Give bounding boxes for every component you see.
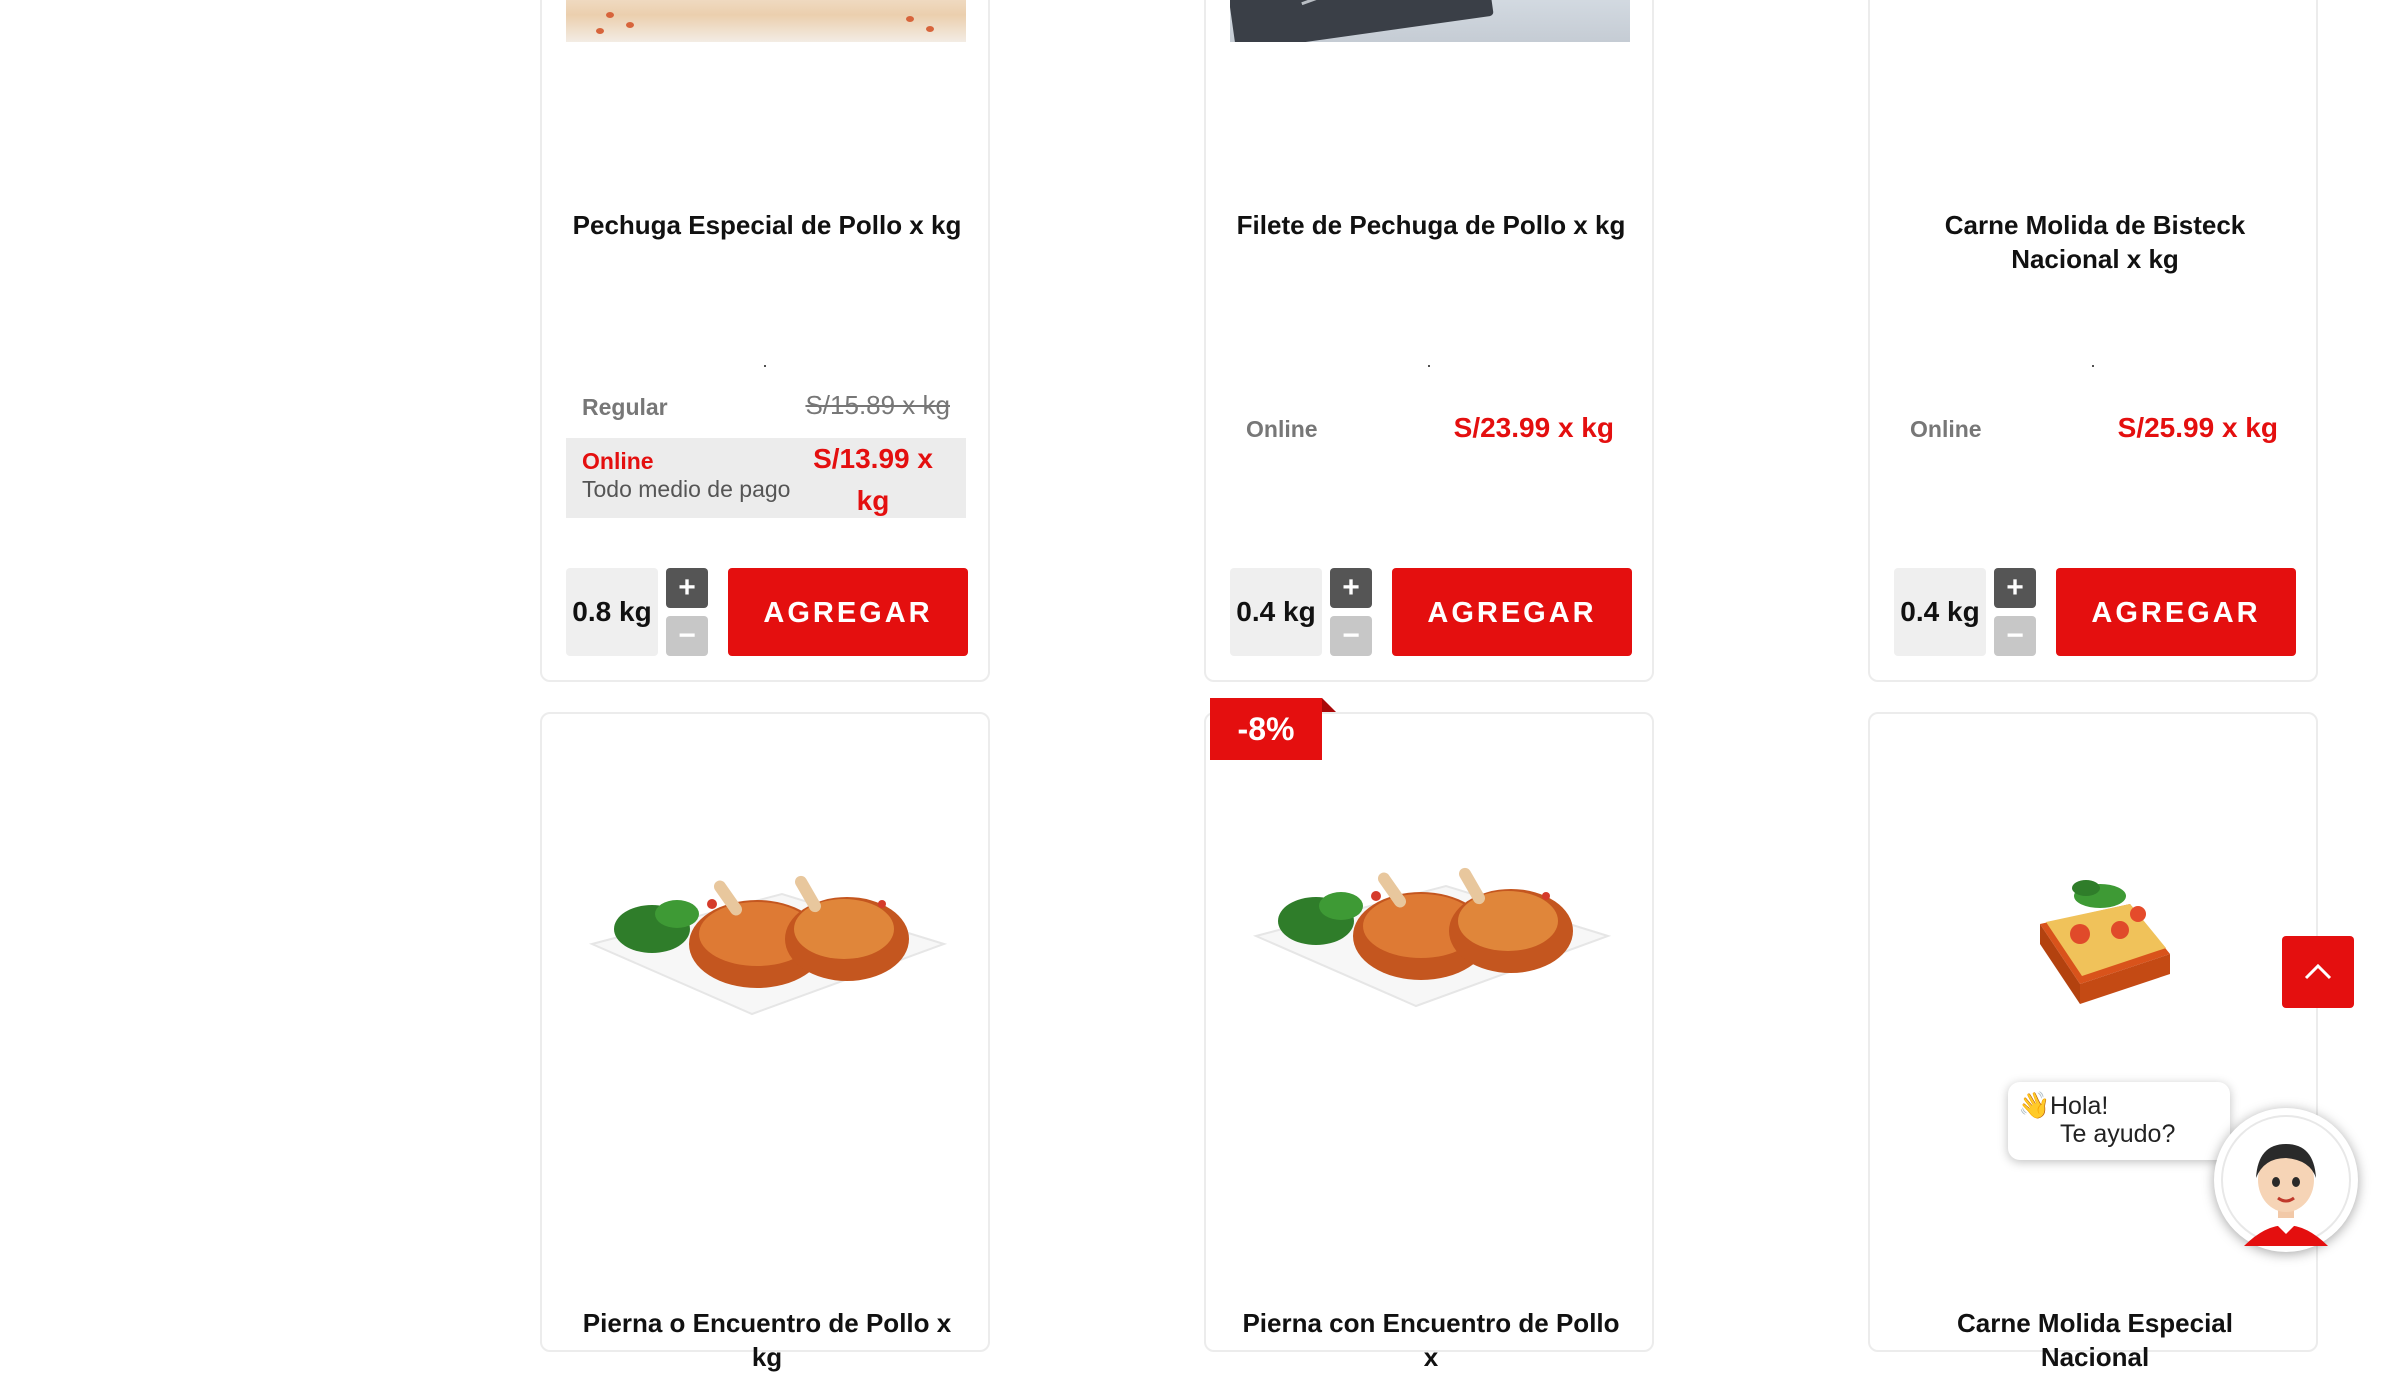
product-name[interactable]: Carne Molida de Bisteck Nacional x kg: [1900, 208, 2290, 276]
discount-badge: -8%: [1210, 698, 1336, 760]
assistant-avatar-icon: [2221, 1115, 2351, 1246]
payment-method-label: Todo medio de pago: [582, 476, 791, 502]
add-to-cart-button[interactable]: AGREGAR: [728, 568, 968, 656]
decrease-quantity-button[interactable]: −: [1330, 616, 1372, 656]
quantity-display: 0.4 kg: [1230, 568, 1322, 656]
add-to-cart-button[interactable]: AGREGAR: [2056, 568, 2296, 656]
product-card: Carne Molida Especial Nacional: [1868, 712, 2318, 1372]
online-label: Online: [1246, 416, 1318, 442]
waving-hand-icon: 👋: [2018, 1090, 2051, 1120]
product-card: Filete de Pechuga de Pollo x kg . Online…: [1204, 0, 1654, 682]
regular-price: S/15.89 x kg: [805, 390, 950, 420]
separator-dot: .: [2090, 351, 2096, 371]
separator-dot: .: [1426, 351, 1432, 371]
decrease-quantity-button[interactable]: −: [666, 616, 708, 656]
quantity-display: 0.4 kg: [1894, 568, 1986, 656]
product-name[interactable]: Pierna o Encuentro de Pollo x kg: [572, 1306, 962, 1374]
chat-greeting-line2: Te ayudo?: [2060, 1120, 2176, 1148]
product-image[interactable]: [566, 0, 966, 42]
increase-quantity-button[interactable]: +: [666, 568, 708, 608]
product-image[interactable]: [1246, 826, 1618, 1026]
online-price: S/13.99 x kg: [813, 443, 933, 516]
scroll-to-top-button[interactable]: [2282, 936, 2354, 1008]
product-card: Carne Molida de Bisteck Nacional x kg . …: [1868, 0, 2318, 682]
decrease-quantity-button[interactable]: −: [1994, 616, 2036, 656]
product-name[interactable]: Pierna con Encuentro de Pollo x: [1236, 1306, 1626, 1374]
chat-greeting-line1: Hola!: [2050, 1092, 2109, 1120]
product-image[interactable]: [2010, 844, 2190, 1024]
online-price: S/23.99 x kg: [1453, 412, 1614, 443]
separator-dot: .: [762, 351, 768, 371]
product-card: Pierna con Encuentro de Pollo x: [1204, 712, 1654, 1372]
chat-assistant-button[interactable]: [2214, 1108, 2358, 1252]
chevron-up-icon: [2304, 963, 2332, 980]
online-price-row: Online Todo medio de pago S/13.99 x kg: [566, 438, 966, 518]
increase-quantity-button[interactable]: +: [1330, 568, 1372, 608]
quantity-display: 0.8 kg: [566, 568, 658, 656]
product-card: Pechuga Especial de Pollo x kg . Regular…: [540, 0, 990, 682]
product-image[interactable]: [1894, 0, 2294, 42]
product-name[interactable]: Pechuga Especial de Pollo x kg: [572, 208, 962, 242]
online-price-row: Online S/25.99 x kg: [1894, 404, 2294, 454]
online-price-row: Online S/23.99 x kg: [1230, 404, 1630, 454]
product-name[interactable]: Carne Molida Especial Nacional: [1900, 1306, 2290, 1374]
add-to-cart-button[interactable]: AGREGAR: [1392, 568, 1632, 656]
product-name[interactable]: Filete de Pechuga de Pollo x kg: [1236, 208, 1626, 242]
online-price: S/25.99 x kg: [2117, 412, 2278, 443]
chat-greeting-bubble[interactable]: 👋 Hola! Te ayudo?: [2008, 1082, 2230, 1160]
regular-label: Regular: [582, 394, 668, 420]
online-label: Online: [1910, 416, 1982, 442]
product-image[interactable]: [1230, 0, 1630, 42]
online-label: Online: [582, 448, 654, 474]
increase-quantity-button[interactable]: +: [1994, 568, 2036, 608]
product-image[interactable]: [582, 834, 954, 1034]
regular-price-row: Regular S/15.89 x kg: [566, 384, 966, 424]
product-card: Pierna o Encuentro de Pollo x kg: [540, 712, 990, 1372]
